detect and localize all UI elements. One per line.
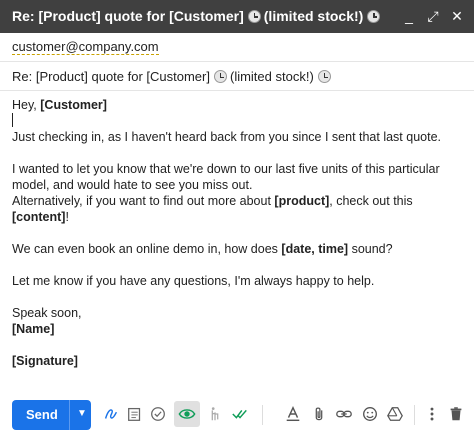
to-field[interactable]: customer@company.com (12, 39, 462, 55)
subject-field[interactable]: Re: [Product] quote for [Customer] (limi… (12, 69, 462, 84)
link-icon[interactable] (334, 404, 354, 424)
gesture-icon[interactable] (101, 404, 121, 424)
clock-icon (213, 70, 227, 83)
clock-icon (247, 9, 261, 23)
trash-icon[interactable] (446, 404, 466, 424)
subject-text: Re: [Product] quote for [Customer] (12, 69, 210, 84)
hand-icon[interactable] (205, 404, 225, 424)
eye-icon[interactable] (177, 404, 197, 424)
window-title: Re: [Product] quote for [Customer] (limi… (12, 8, 383, 24)
body-paragraph: We can even book an online demo in, how … (12, 242, 393, 256)
expand-button[interactable]: ⤢ (426, 8, 440, 24)
emoji-icon[interactable] (360, 404, 380, 424)
send-button[interactable]: Send ▼ (12, 400, 91, 430)
signature: [Signature] (12, 354, 78, 368)
more-vert-icon[interactable] (422, 404, 442, 424)
clock-icon (317, 70, 331, 83)
drive-icon[interactable] (385, 404, 405, 424)
template-icon[interactable] (125, 404, 145, 424)
format-text-icon[interactable] (283, 404, 303, 424)
divider (0, 61, 474, 62)
body-paragraph: Let me know if you have any questions, I… (12, 274, 375, 288)
sender-name: [Name] (12, 322, 55, 336)
body-paragraph: Alternatively, if you want to find out m… (12, 194, 413, 224)
body-paragraph: Just checking in, as I haven't heard bac… (12, 130, 442, 144)
send-options-chevron-icon[interactable]: ▼ (77, 408, 87, 419)
body-paragraph: I wanted to let you know that we're down… (12, 162, 440, 192)
window-title-text: Re: [Product] quote for [Customer] (12, 8, 244, 24)
text-cursor (12, 113, 13, 127)
compose-toolbar: Send ▼ (0, 395, 474, 435)
divider (262, 405, 263, 425)
window-title-text-2: (limited stock!) (263, 8, 364, 24)
subject-text-2: (limited stock!) (229, 69, 314, 84)
clock-icon (367, 9, 381, 23)
message-body[interactable]: Hey, [Customer] Just checking in, as I h… (12, 97, 467, 369)
compose-title-bar: Re: [Product] quote for [Customer] (limi… (0, 0, 474, 33)
greeting-line: Hey, [Customer] (12, 98, 107, 112)
attach-icon[interactable] (309, 404, 329, 424)
double-check-icon[interactable] (230, 404, 250, 424)
close-button[interactable]: ✕ (450, 8, 464, 24)
divider (414, 405, 415, 425)
check-circle-icon[interactable] (148, 404, 168, 424)
minimize-button[interactable]: _ (402, 8, 416, 24)
signoff: Speak soon, (12, 306, 82, 320)
recipient-email[interactable]: customer@company.com (12, 39, 159, 55)
divider (0, 90, 474, 91)
